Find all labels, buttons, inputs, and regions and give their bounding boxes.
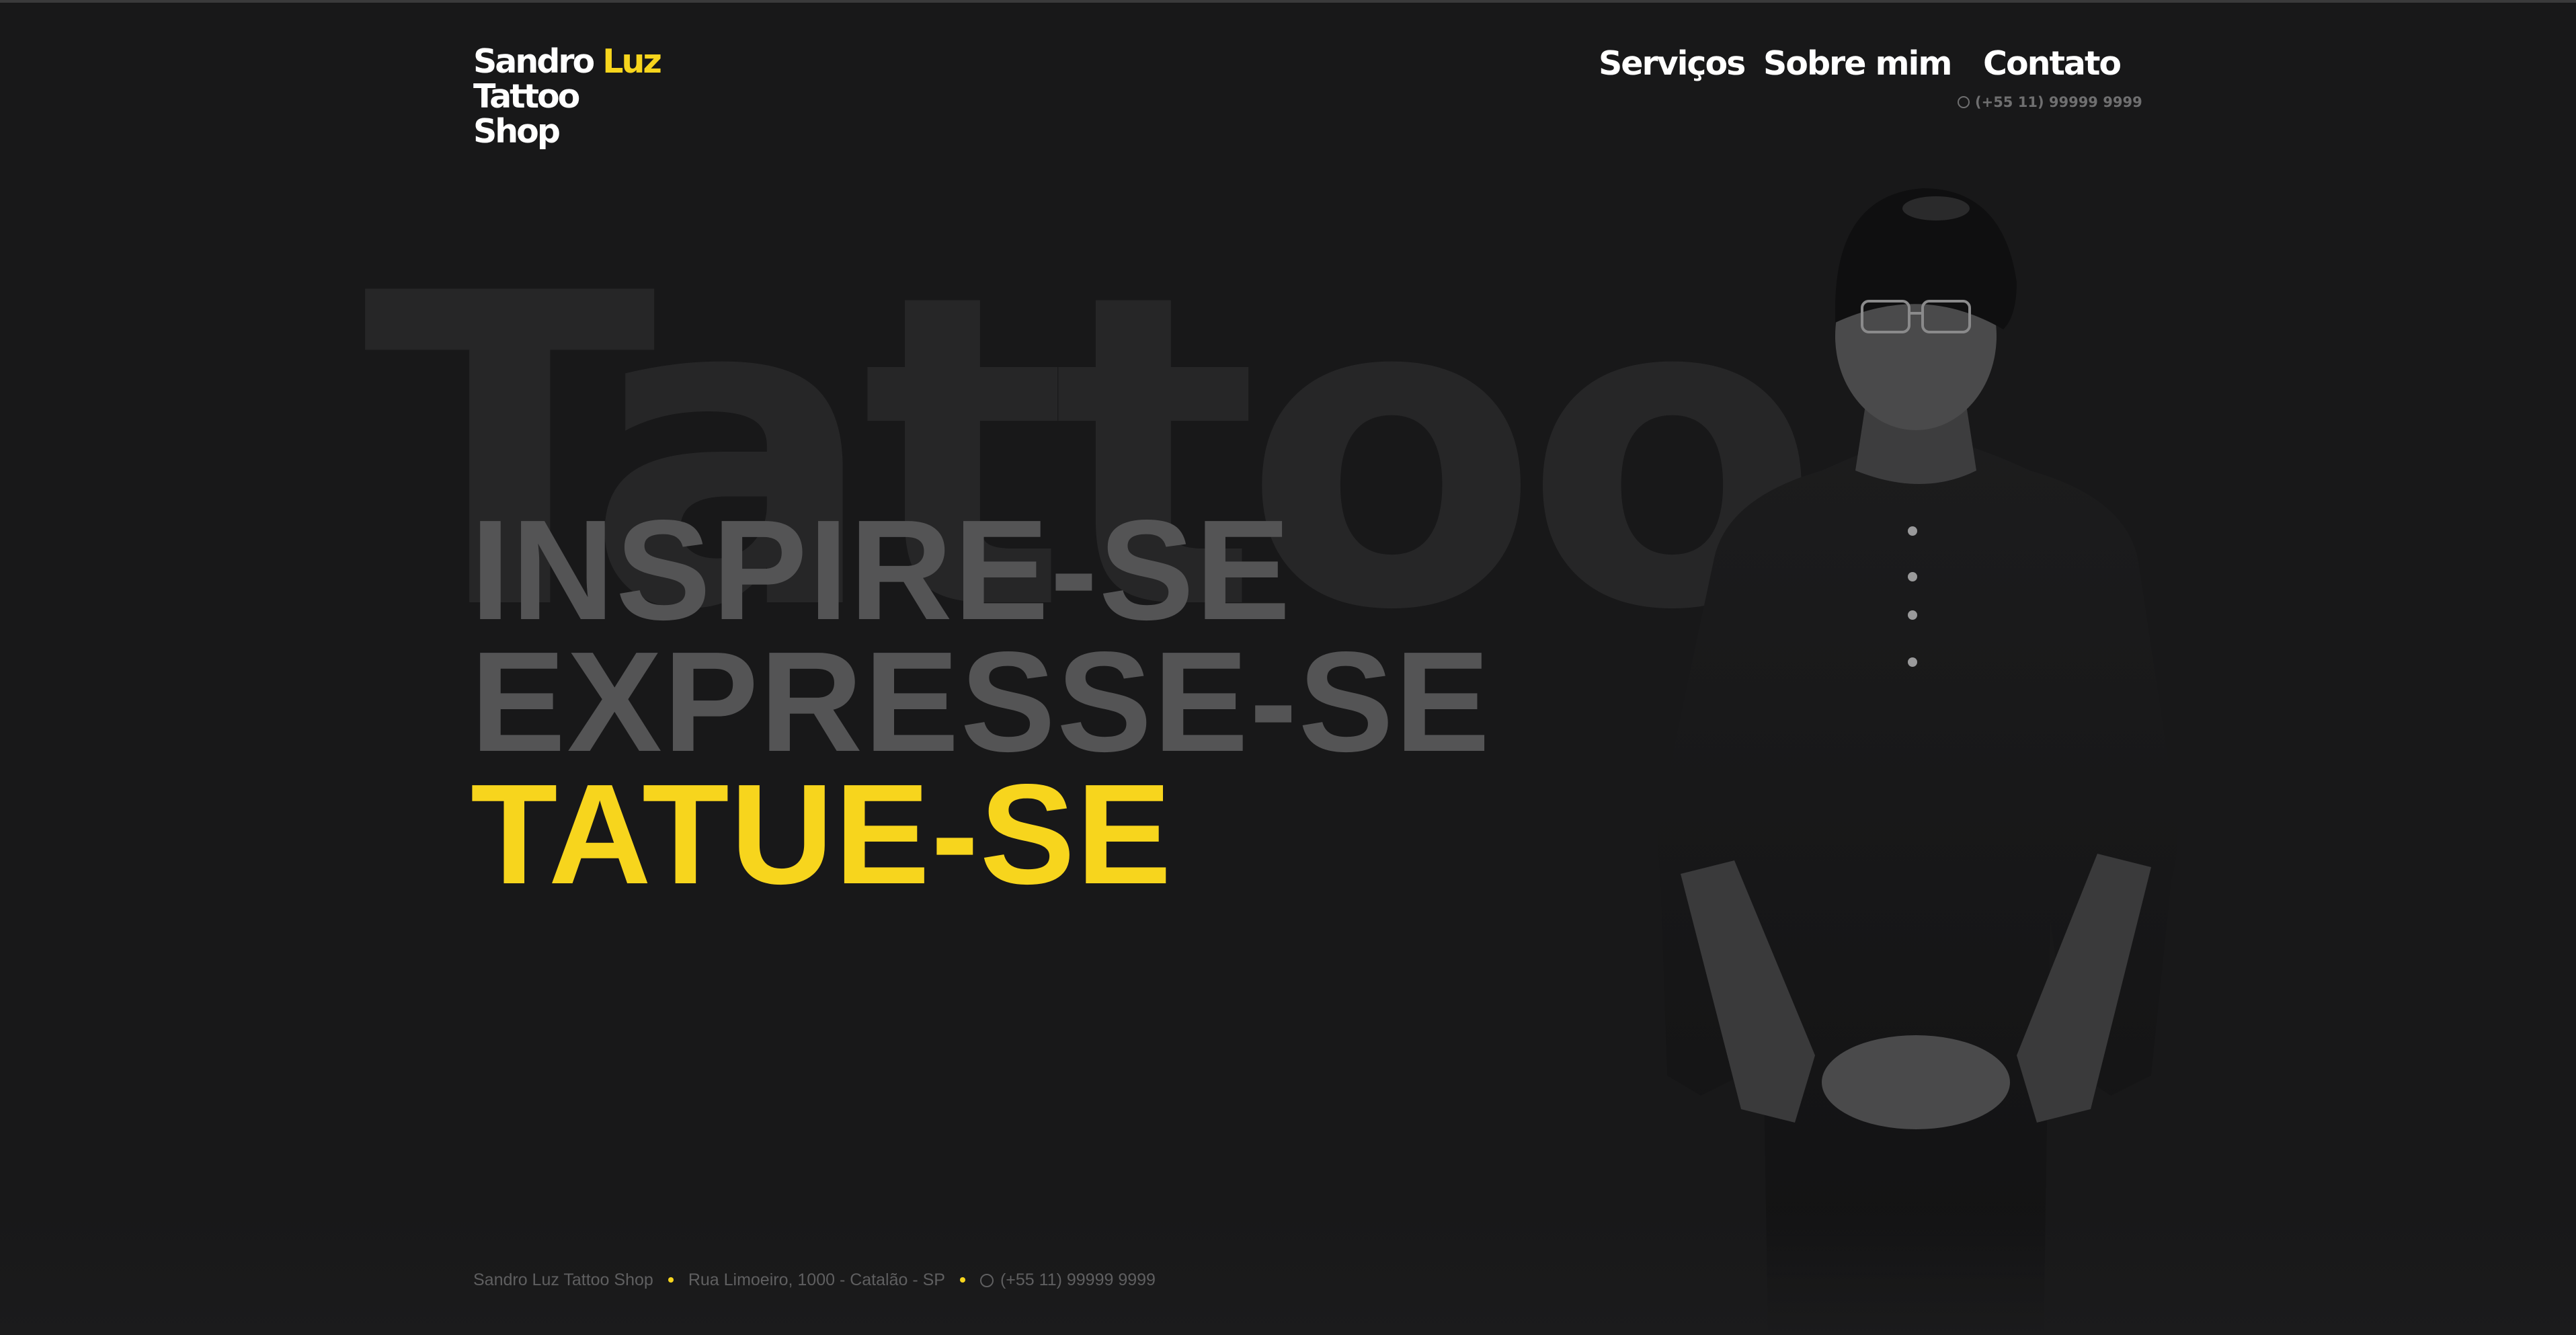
top-border (0, 0, 2576, 3)
footer-background (0, 1210, 2576, 1335)
nav-phone-number: (+55 11) 99999 9999 (1975, 94, 2142, 110)
footer-info: Sandro Luz Tattoo Shop Rua Limoeiro, 1000… (473, 1270, 1156, 1290)
brand-line3: Shop (473, 112, 561, 151)
whatsapp-icon (979, 1274, 994, 1287)
nav-contato[interactable]: Contato (1983, 44, 2122, 98)
nav-sobre-mim[interactable]: Sobre mim (1763, 44, 1952, 98)
brand-logo[interactable]: Sandro Luz Tattoo Shop (473, 42, 662, 151)
tattoo-artist-photo (1658, 188, 2178, 1335)
brand-line1: Sandro (473, 42, 595, 81)
footer-name: Sandro Luz Tattoo Shop (473, 1270, 653, 1289)
headline-expresse: EXPRESSE-SE (471, 622, 1492, 781)
whatsapp-icon (1958, 96, 1970, 108)
nav-phone[interactable]: (+55 11) 99999 9999 (1958, 94, 2142, 110)
headline-tatue: TATUE-SE (471, 754, 1173, 914)
headline-inspire: INSPIRE-SE (471, 490, 1292, 649)
separator-dot (959, 1277, 965, 1283)
brand-accent: Luz (602, 42, 662, 81)
footer-phone[interactable]: (+55 11) 99999 9999 (1000, 1270, 1156, 1289)
nav-servicos[interactable]: Serviços (1599, 44, 1746, 98)
separator-dot (668, 1277, 674, 1283)
brand-line2: Tattoo (473, 77, 580, 116)
footer-address: Rua Limoeiro, 1000 - Catalão - SP (688, 1270, 945, 1289)
